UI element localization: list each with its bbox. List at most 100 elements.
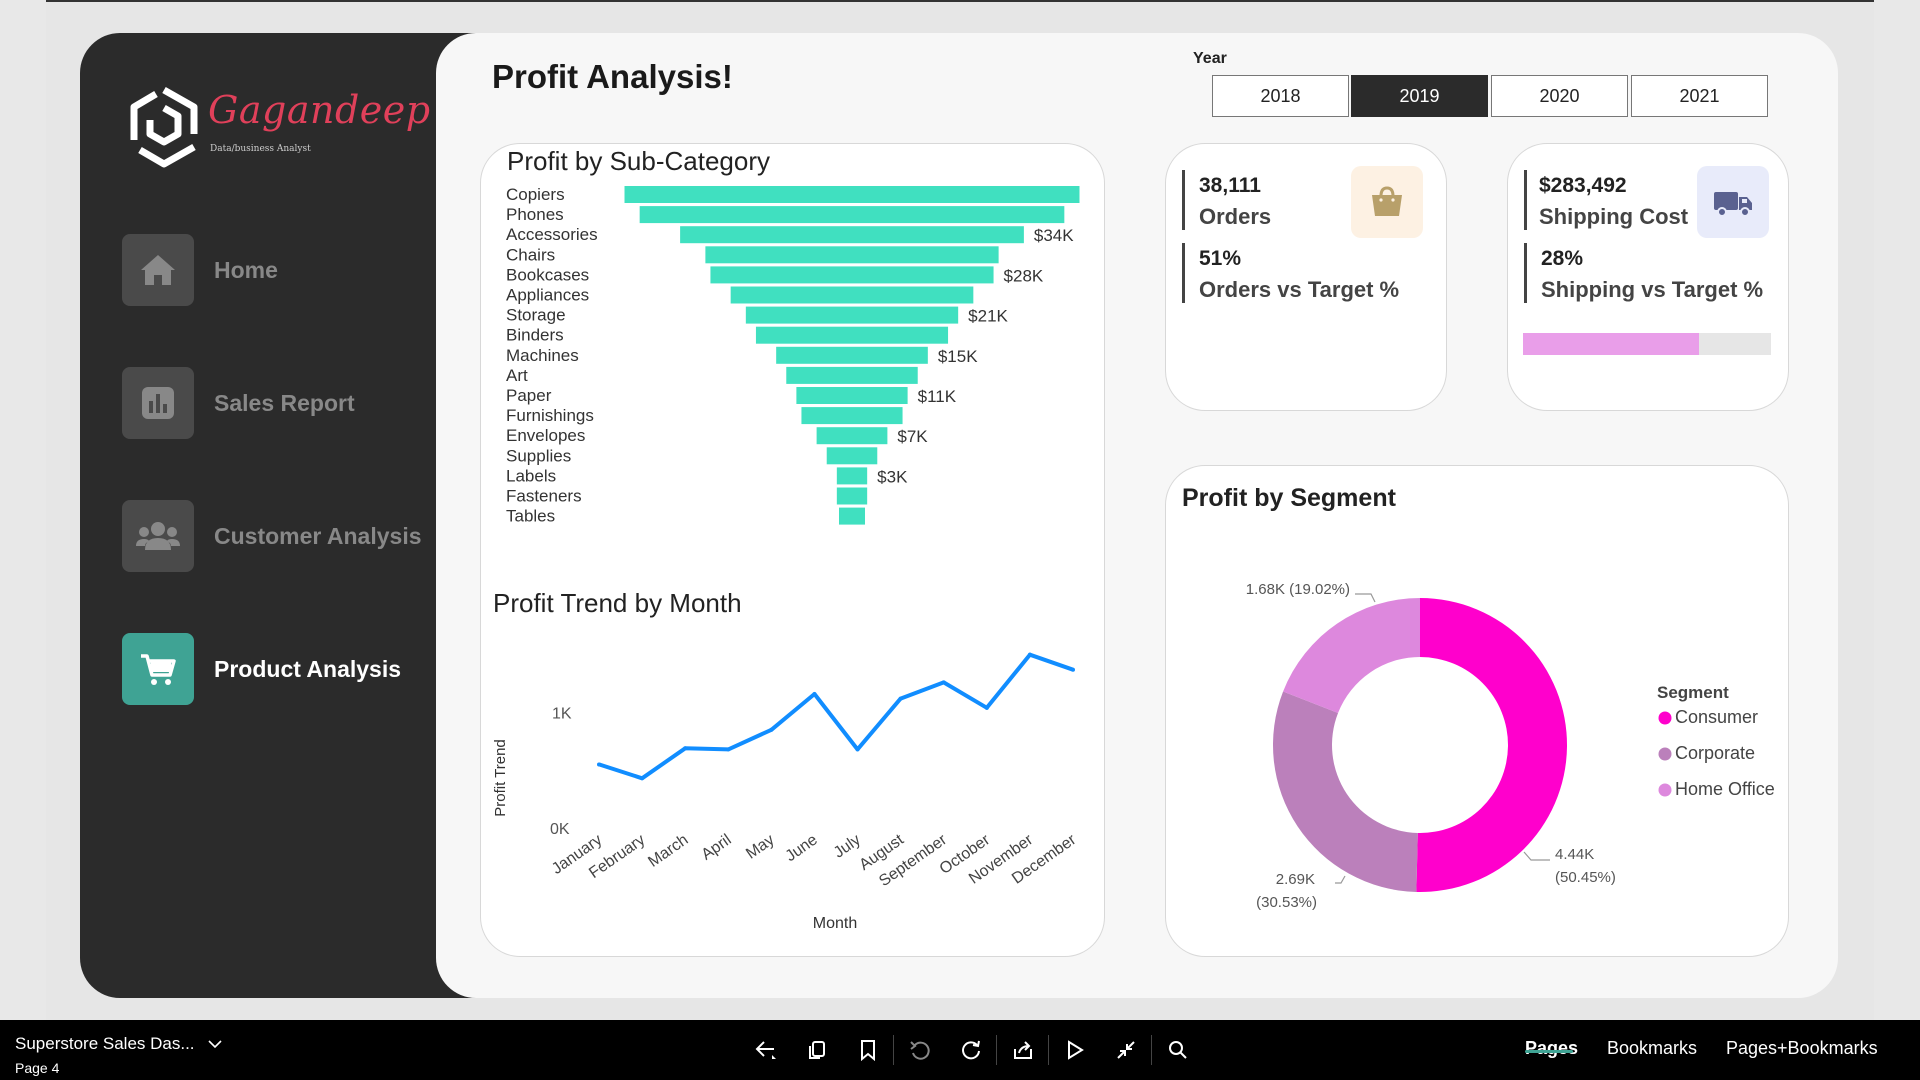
segment-chart-title: Profit by Segment [1182, 484, 1396, 512]
sidebar-item-product-analysis[interactable]: Product Analysis [122, 633, 482, 705]
sidebar-item-home[interactable]: Home [122, 234, 482, 306]
sidebar-item-customer-analysis[interactable]: Customer Analysis [122, 500, 482, 572]
back-button[interactable] [740, 1030, 791, 1070]
subcategory-label: Copiers [506, 185, 565, 204]
search-button[interactable] [1152, 1030, 1203, 1070]
profit-trend-line [598, 652, 1074, 781]
bookmark-button[interactable] [842, 1030, 893, 1070]
data-point [1071, 667, 1075, 672]
kpi-accent-bar [1182, 170, 1185, 230]
report-name[interactable]: Superstore Sales Das... [15, 1034, 223, 1054]
collapse-icon [1116, 1041, 1135, 1059]
subcategory-label: Chairs [506, 245, 555, 264]
funnel-bar [836, 467, 868, 485]
shopping-bag-icon [1351, 166, 1423, 238]
data-point [812, 691, 817, 696]
x-tick-label: March [645, 831, 691, 870]
play-icon [1067, 1040, 1084, 1060]
share-icon [1013, 1041, 1032, 1059]
brand-logo: Gagandeep Data/business Analyst [126, 84, 430, 174]
funnel-bar [680, 226, 1024, 244]
funnel-data-label: $3K [877, 467, 908, 486]
home-icon [122, 234, 194, 306]
subcategory-label: Labels [506, 466, 556, 485]
funnel-bar [826, 447, 878, 465]
sidebar-item-sales-report[interactable]: Sales Report [122, 367, 482, 439]
y-axis-label: Profit Trend [492, 739, 509, 817]
funnel-data-label: $7K [897, 427, 928, 446]
subcategory-label: Phones [506, 205, 564, 224]
year-option-2021[interactable]: 2021 [1631, 75, 1768, 117]
leader-line [1355, 593, 1376, 603]
profit-trend-chart: 1K0KProfit TrendJanuaryFebruaryMarch Apri… [492, 652, 1080, 932]
funnel-bar [816, 427, 888, 445]
funnel-bar [755, 326, 949, 344]
funnel-chart-title: Profit by Sub-Category [507, 146, 771, 176]
subcategory-label: Binders [506, 326, 564, 345]
toolbar [740, 1030, 1203, 1070]
sidebar-item-label: Home [214, 256, 278, 283]
donut-data-label: 4.44K [1555, 846, 1594, 863]
shipping-progress-track [1523, 333, 1771, 355]
data-point [683, 746, 688, 751]
undo-icon [909, 1041, 930, 1060]
funnel-bar [745, 306, 959, 324]
funnel-data-label: $11K [918, 387, 957, 406]
donut-slice-home-office [1283, 598, 1420, 713]
funnel-data-label: $28K [1004, 266, 1044, 285]
tab-pages-bookmarks[interactable]: Pages+Bookmarks [1726, 1038, 1878, 1059]
year-filter-label: Year [1193, 50, 1227, 67]
shipping-cost-value: $283,492 [1539, 174, 1627, 197]
kpi-accent-bar [1182, 243, 1185, 303]
legend-item-label: Home Office [1675, 779, 1775, 799]
bookmark-icon [860, 1040, 875, 1061]
shipping-target-label: Shipping vs Target % [1541, 277, 1764, 302]
undo-button[interactable] [894, 1030, 945, 1070]
shipping-progress-fill [1523, 333, 1700, 355]
year-option-2020[interactable]: 2020 [1491, 75, 1628, 117]
brand-name: Gagandeep [208, 88, 431, 132]
sidebar-item-label: Customer Analysis [214, 522, 422, 549]
collapse-button[interactable] [1100, 1030, 1151, 1070]
subcategory-label: Fasteners [506, 487, 582, 506]
funnel-bar [710, 266, 994, 284]
subcategory-label: Furnishings [506, 406, 594, 425]
refresh-icon [961, 1040, 980, 1060]
donut-data-label: (30.53%) [1256, 894, 1317, 911]
legend-swatch [1658, 783, 1672, 797]
leader-line [1523, 851, 1550, 861]
bar-chart-icon [122, 367, 194, 439]
subcategory-label: Paper [506, 386, 552, 405]
users-icon [122, 500, 194, 572]
tab-bookmarks[interactable]: Bookmarks [1607, 1038, 1697, 1059]
share-button[interactable] [997, 1030, 1048, 1070]
y-tick-label: 1K [552, 705, 572, 722]
legend-swatch [1658, 747, 1672, 761]
funnel-data-label: $15K [938, 347, 978, 366]
orders-target-label: Orders vs Target % [1199, 277, 1400, 302]
orders-target-pct: 51% [1199, 247, 1242, 270]
year-option-2019[interactable]: 2019 [1351, 75, 1488, 117]
chevron-down-icon [208, 1040, 222, 1049]
profit-by-segment-chart: 4.44K (50.45%) 2.69K (30.53%) 1.68K (19.02%)… [1246, 581, 1775, 911]
x-tick-label: June [783, 831, 821, 865]
refresh-button[interactable] [945, 1030, 996, 1070]
data-point [726, 747, 731, 752]
year-option-2018[interactable]: 2018 [1212, 75, 1349, 117]
tab-pages[interactable]: Pages [1525, 1038, 1578, 1059]
data-point [898, 696, 903, 701]
donut-data-label: 1.68K (19.02%) [1246, 581, 1350, 598]
copy-icon [808, 1041, 825, 1059]
data-point [984, 705, 989, 710]
shipping-target-pct: 28% [1541, 247, 1584, 270]
active-tab-indicator [1525, 1050, 1573, 1053]
kpi-accent-bar [1524, 243, 1527, 303]
line-chart-title: Profit Trend by Month [493, 588, 742, 618]
copy-button[interactable] [791, 1030, 842, 1070]
profit-by-subcategory-chart: CopiersPhonesAccessories $34K ChairsBookca… [506, 185, 1080, 526]
logo-icon [130, 86, 198, 168]
present-button[interactable] [1049, 1030, 1100, 1070]
funnel-bar [639, 206, 1065, 224]
x-axis-label: Month [813, 915, 857, 932]
report-name-text: Superstore Sales Das... [15, 1034, 195, 1053]
